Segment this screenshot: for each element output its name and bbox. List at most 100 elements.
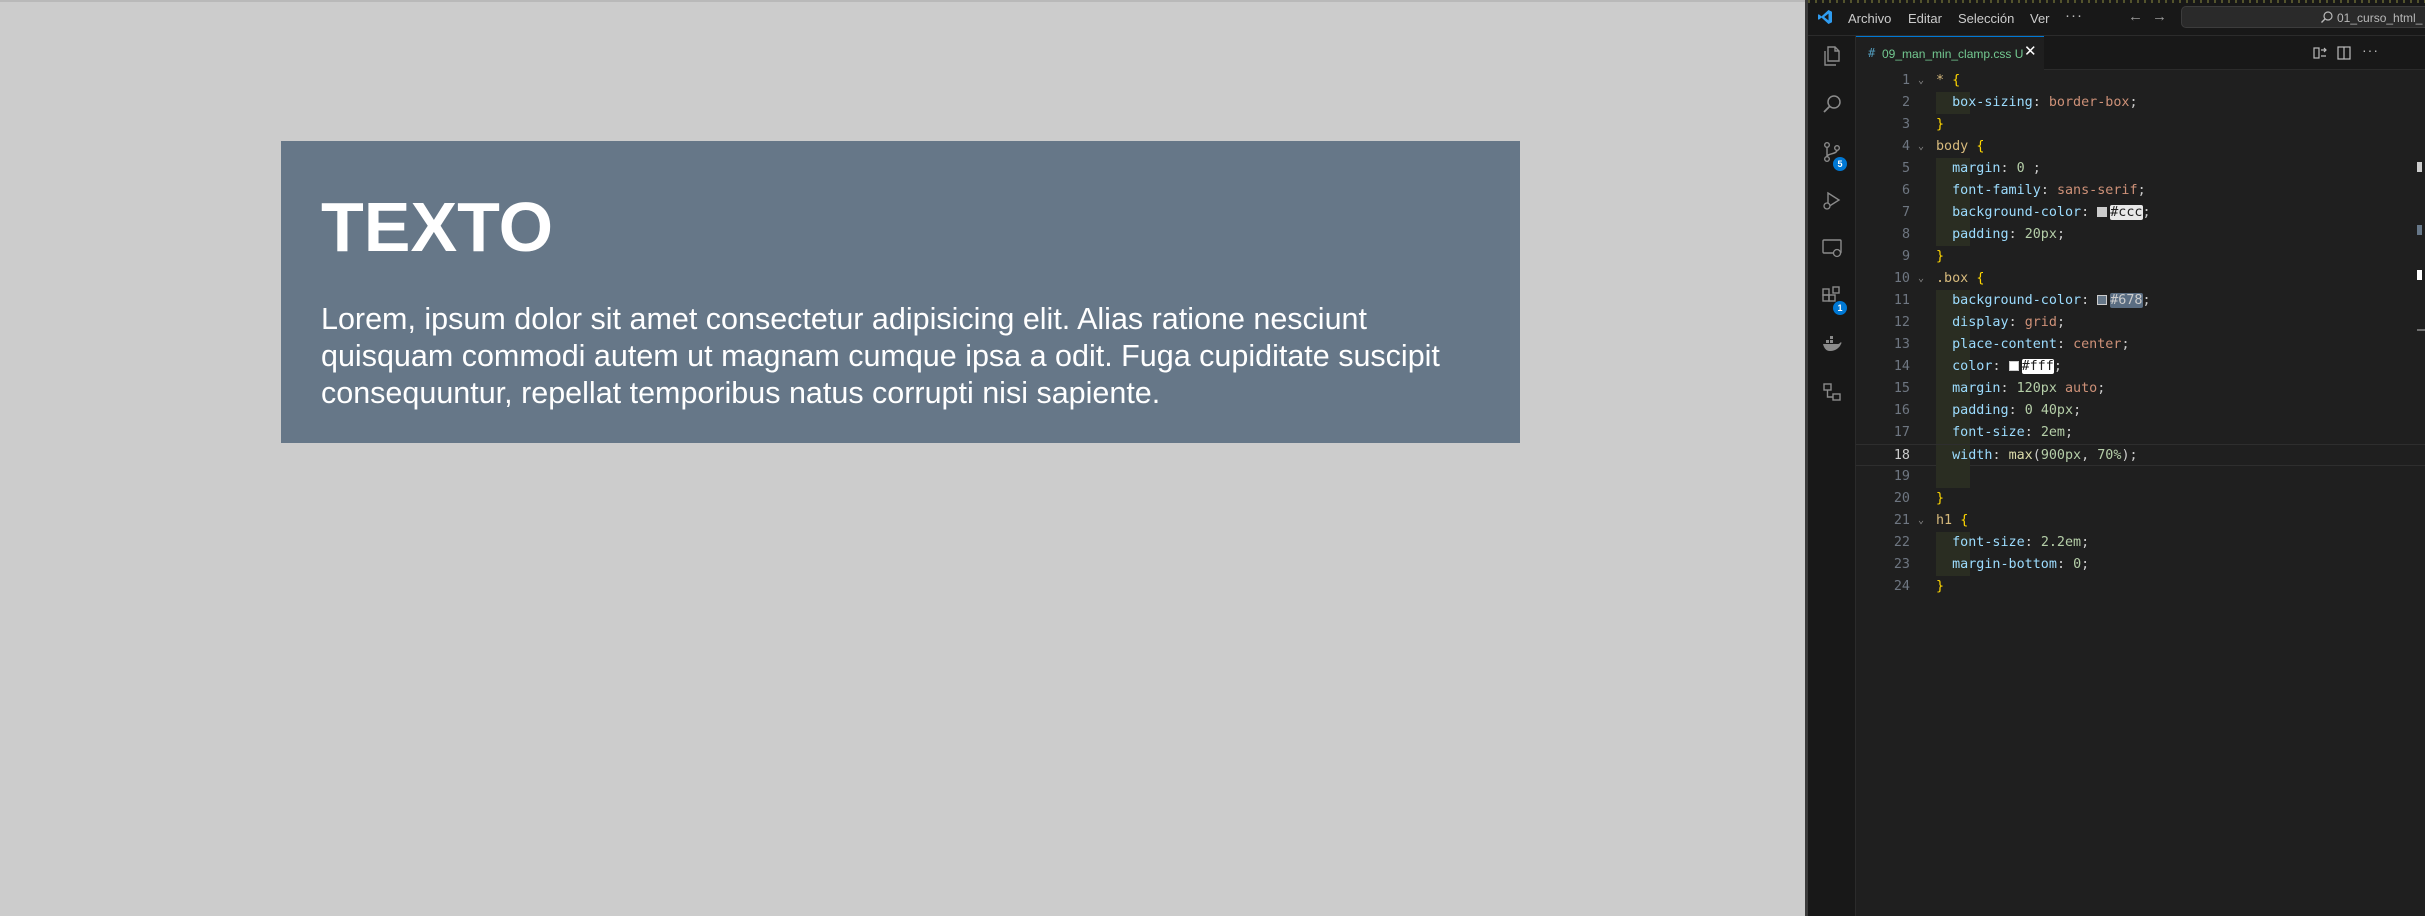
menu-ver[interactable]: Ver [2030,11,2050,26]
source-control-badge: 5 [1833,157,1847,171]
code-line[interactable]: 13 place-content: center; [1856,334,2425,356]
code-line[interactable]: 14 color: #fff; [1856,356,2425,378]
line-code: } [1936,249,1945,264]
css-file-icon: # [1868,46,1876,60]
code-editor[interactable]: 1 ⌄ * {2 box-sizing: border-box; 3} 4 ⌄ body {… [1856,70,2425,916]
line-number: 12 [1893,315,1910,330]
code-line[interactable]: 17 font-size: 2em; [1856,422,2425,444]
forward-arrow-icon[interactable]: → [2152,8,2167,25]
line-number: 6 [1901,183,1910,198]
code-line[interactable]: 19 [1856,466,2425,488]
line-code: box-sizing: border-box; [1952,95,2138,110]
content-box: TEXTO Lorem, ipsum dolor sit amet consec… [281,141,1520,443]
line-code: h1 { [1936,513,1969,528]
code-line[interactable]: 16 padding: 0 40px; [1856,400,2425,422]
code-line[interactable]: 15 margin: 120px auto; [1856,378,2425,400]
code-line[interactable]: 3} [1856,114,2425,136]
line-code: font-size: 2em; [1952,425,2074,440]
line-code: .box { [1936,271,1985,286]
line-code: body { [1936,139,1985,154]
ruler-mark [2417,162,2422,172]
search-text: 01_curso_html_ [2337,11,2423,25]
line-number: 14 [1893,359,1910,374]
tab-untracked-status: U [2014,47,2024,61]
line-number: 24 [1893,579,1910,594]
preview-top-border [0,0,1805,2]
line-code: } [1936,491,1945,506]
line-number: 3 [1901,117,1910,132]
code-line[interactable]: 5 margin: 0 ; [1856,158,2425,180]
line-number: 16 [1893,403,1910,418]
code-line[interactable]: 8 padding: 20px; [1856,224,2425,246]
code-line[interactable]: 18 width: max(900px, 70%); [1856,444,2425,467]
code-line[interactable]: 21 ⌄ h1 { [1856,510,2425,532]
close-tab-icon[interactable]: ✕ [2024,44,2037,60]
line-code: place-content: center; [1952,337,2130,352]
code-line[interactable]: 10 ⌄ .box { [1856,268,2425,290]
title-bar-dotted-edge [1808,0,2425,3]
line-number: 11 [1893,293,1910,308]
box-heading: TEXTO [321,188,554,266]
line-number: 19 [1893,469,1910,484]
line-code: } [1936,579,1945,594]
code-line[interactable]: 20} [1856,488,2425,510]
run-debug-icon[interactable] [1820,188,1844,212]
code-line[interactable]: 12 display: grid; [1856,312,2425,334]
back-arrow-icon[interactable]: ← [2128,8,2143,25]
line-number: 4 [1901,139,1910,154]
code-line[interactable]: 22 font-size: 2.2em; [1856,532,2425,554]
line-code: color: #fff; [1952,359,2062,374]
code-line[interactable]: 4 ⌄ body { [1856,136,2425,158]
remote-explorer-icon[interactable] [1820,236,1844,260]
code-line[interactable]: 1 ⌄ * { [1856,70,2425,92]
menu-seleccion[interactable]: Selección [1958,11,2014,26]
menu-editar[interactable]: Editar [1908,11,1942,26]
line-number: 5 [1901,161,1910,176]
code-line[interactable]: 24} [1856,576,2425,598]
line-number: 7 [1901,205,1910,220]
vscode-window: Archivo Editar Selección Ver ··· ← → 01_… [1808,0,2425,916]
line-code: margin-bottom: 0; [1952,557,2090,572]
split-editor-icon[interactable] [2336,45,2352,61]
explorer-icon[interactable] [1820,44,1844,68]
docker-icon[interactable] [1820,332,1844,356]
code-line[interactable]: 23 margin-bottom: 0; [1856,554,2425,576]
title-bar: Archivo Editar Selección Ver ··· ← → 01_… [1808,0,2425,36]
line-number: 20 [1893,491,1910,506]
ruler-mark [2417,225,2422,235]
code-line[interactable]: 6 font-family: sans-serif; [1856,180,2425,202]
line-code: background-color: #678; [1952,293,2151,308]
line-code: * { [1936,73,1961,88]
line-number: 18 [1893,448,1910,463]
code-line[interactable]: 2 box-sizing: border-box; [1856,92,2425,114]
line-code: width: max(900px, 70%); [1952,448,2138,463]
fold-chevron-icon[interactable]: ⌄ [1918,136,1924,158]
tab-css-file[interactable]: # 09_man_min_clamp.css U ✕ [1856,36,2044,70]
fold-chevron-icon[interactable]: ⌄ [1918,70,1924,92]
line-code: padding: 20px; [1952,227,2065,242]
line-code: margin: 120px auto; [1952,381,2106,396]
more-actions-icon[interactable]: ··· [2362,42,2378,58]
activity-bar: 5 1 [1808,36,1856,916]
code-line[interactable]: 7 background-color: #ccc; [1856,202,2425,224]
box-paragraph: Lorem, ipsum dolor sit amet consectetur … [321,302,1440,410]
search-icon [2321,11,2333,23]
fold-chevron-icon[interactable]: ⌄ [1918,510,1924,532]
command-center-search[interactable]: 01_curso_html_ [2181,6,2425,28]
line-code: padding: 0 40px; [1952,403,2082,418]
menu-archivo[interactable]: Archivo [1848,11,1891,26]
line-code: display: grid; [1952,315,2065,330]
line-number: 13 [1893,337,1910,352]
more-menu-button[interactable]: ··· [2065,7,2083,24]
extensions-badge: 1 [1833,301,1847,315]
git-graph-icon[interactable] [1820,380,1844,404]
code-line[interactable]: 9} [1856,246,2425,268]
compare-changes-icon[interactable] [2312,45,2328,61]
search-icon[interactable] [1820,92,1844,116]
line-code: font-size: 2.2em; [1952,535,2090,550]
indent-guide [1936,466,1970,488]
vscode-logo-icon[interactable] [1817,9,1833,25]
line-number: 9 [1901,249,1910,264]
fold-chevron-icon[interactable]: ⌄ [1918,268,1924,290]
code-line[interactable]: 11 background-color: #678; [1856,290,2425,312]
